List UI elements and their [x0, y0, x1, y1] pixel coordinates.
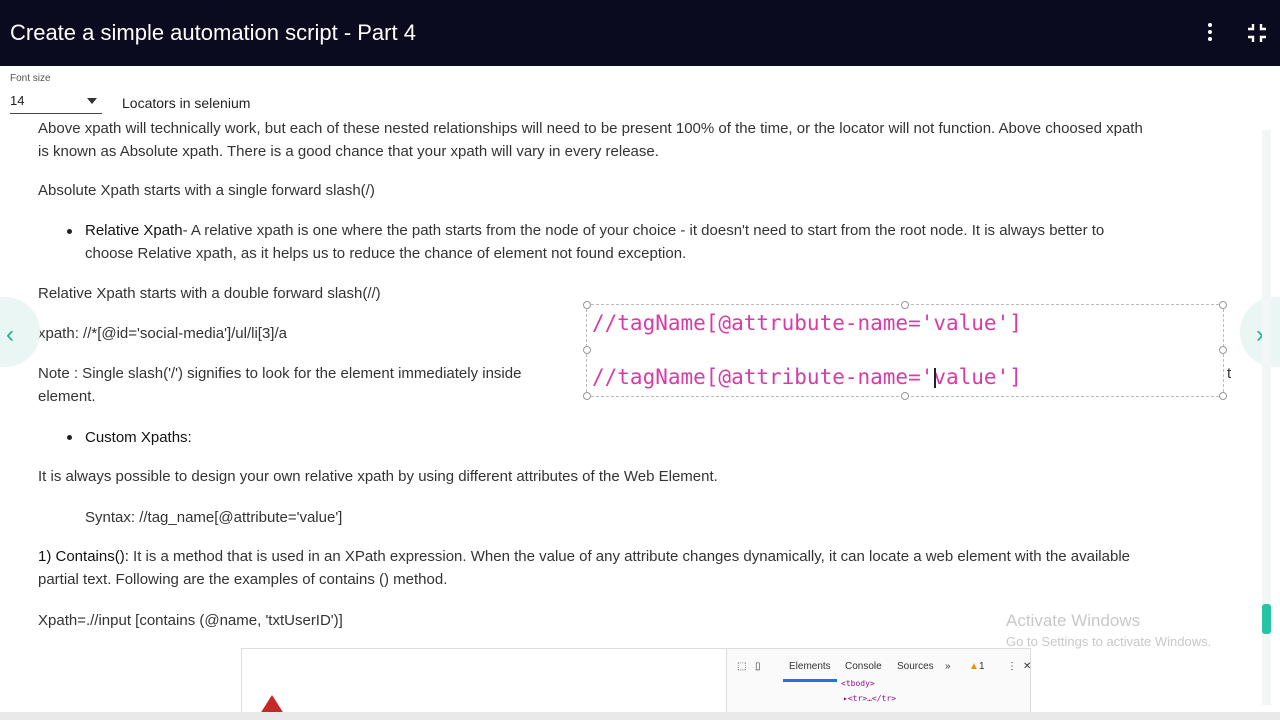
relative-xpath-desc: - A relative xpath is one where the path… — [182, 222, 1105, 239]
resize-handle[interactable] — [583, 346, 591, 354]
resize-handle[interactable] — [1219, 346, 1227, 354]
chevron-left-icon: ‹ — [6, 321, 14, 348]
annotation-line-2[interactable]: //tagName[@attribute-name='value'] — [592, 365, 1022, 389]
resize-handle[interactable] — [583, 301, 591, 309]
resize-handle[interactable] — [901, 392, 909, 400]
annotation-textbox[interactable]: //tagName[@attrubute-name='value'] //tag… — [583, 301, 1227, 400]
resize-handle[interactable] — [583, 392, 591, 400]
devtools-close-icon: ✕ — [1023, 661, 1032, 672]
warning-icon: ▲ — [969, 661, 979, 672]
devtools-code-line: <tbody> — [841, 679, 875, 688]
bullet — [67, 435, 72, 440]
bottom-bar — [0, 712, 1280, 720]
activation-watermark-subtitle: Go to Settings to activate Windows. — [1006, 634, 1212, 649]
embedded-screenshot: ⬚ ▯ Elements Console Sources » ▲ 1 ⋮ ✕ <… — [241, 648, 1032, 717]
paragraph-partial: Above xpath will technically work, but e… — [38, 122, 1143, 137]
relative-xpath-title: Relative Xpath — [85, 222, 183, 239]
annotation-line-1[interactable]: //tagName[@attrubute-name='value'] — [592, 311, 1022, 335]
inspect-icon: ⬚ — [737, 661, 747, 672]
kebab-menu-icon[interactable] — [1198, 20, 1222, 48]
relative-xpath-item: Relative Xpath- A relative xpath is one … — [85, 219, 1104, 242]
paragraph-relative-starts: Relative Xpath starts with a double forw… — [38, 285, 381, 302]
resize-handle[interactable] — [1219, 301, 1227, 309]
paragraph-xpath-example: xpath: //*[@id='social-media']/ul/li[3]/… — [38, 325, 287, 342]
bullet — [67, 229, 72, 234]
active-tab-indicator — [783, 679, 837, 682]
paragraph-absolute-starts: Absolute Xpath starts with a single forw… — [38, 182, 375, 199]
warning-count: 1 — [979, 661, 985, 672]
font-size-select[interactable]: 14 — [10, 91, 102, 114]
collapse-icon[interactable] — [1246, 22, 1268, 44]
paragraph-absolute-known: is known as Absolute xpath. There is a g… — [38, 143, 659, 160]
contains-item: 1) Contains(): It is a method that is us… — [38, 545, 1130, 568]
devtools-code-line: ▸<tr>…</tr> — [843, 694, 896, 703]
contains-desc-2: partial text. Following are the examples… — [38, 571, 448, 588]
breadcrumb: Locators in selenium — [122, 95, 251, 111]
contains-desc: It is a method that is used in an XPath … — [128, 548, 1131, 565]
font-size-label: Font size — [10, 73, 51, 84]
devtools-menu-icon: ⋮ — [1007, 661, 1017, 672]
resize-handle[interactable] — [901, 301, 909, 309]
devtools-tab-sources: Sources — [897, 661, 934, 672]
scrollbar-thumb[interactable] — [1262, 604, 1271, 634]
toolbar: Font size 14 Locators in selenium — [0, 66, 1280, 122]
paragraph-custom-desc: It is always possible to design your own… — [38, 468, 718, 485]
devtools-panel: ⬚ ▯ Elements Console Sources » ▲ 1 ⋮ ✕ <… — [726, 649, 1032, 713]
chevron-down-icon — [87, 98, 97, 104]
resize-handle[interactable] — [1219, 392, 1227, 400]
font-size-value: 14 — [10, 93, 25, 108]
custom-xpaths-title: Custom Xpaths: — [85, 429, 192, 446]
paragraph-note-tail: t — [1227, 365, 1232, 382]
relative-xpath-desc-2: choose Relative xpath, as it helps us to… — [85, 245, 687, 262]
devtools-tab-elements: Elements — [789, 661, 831, 672]
device-toggle-icon: ▯ — [755, 661, 761, 672]
contains-example: Xpath=.//input [contains (@name, 'txtUse… — [38, 612, 343, 629]
devtools-more: » — [945, 661, 951, 672]
activation-watermark-title: Activate Windows — [1006, 611, 1141, 630]
page-title: Create a simple automation script - Part… — [10, 20, 416, 45]
video-header: Create a simple automation script - Part… — [0, 0, 1280, 66]
contains-title: 1) Contains(): — [38, 548, 129, 565]
devtools-tab-console: Console — [845, 661, 882, 672]
paragraph-note: Note : Single slash('/') signifies to lo… — [38, 365, 522, 382]
text-cursor — [934, 368, 936, 388]
paragraph-note-2: element. — [38, 388, 96, 405]
syntax-line: Syntax: //tag_name[@attribute='value'] — [85, 509, 343, 526]
